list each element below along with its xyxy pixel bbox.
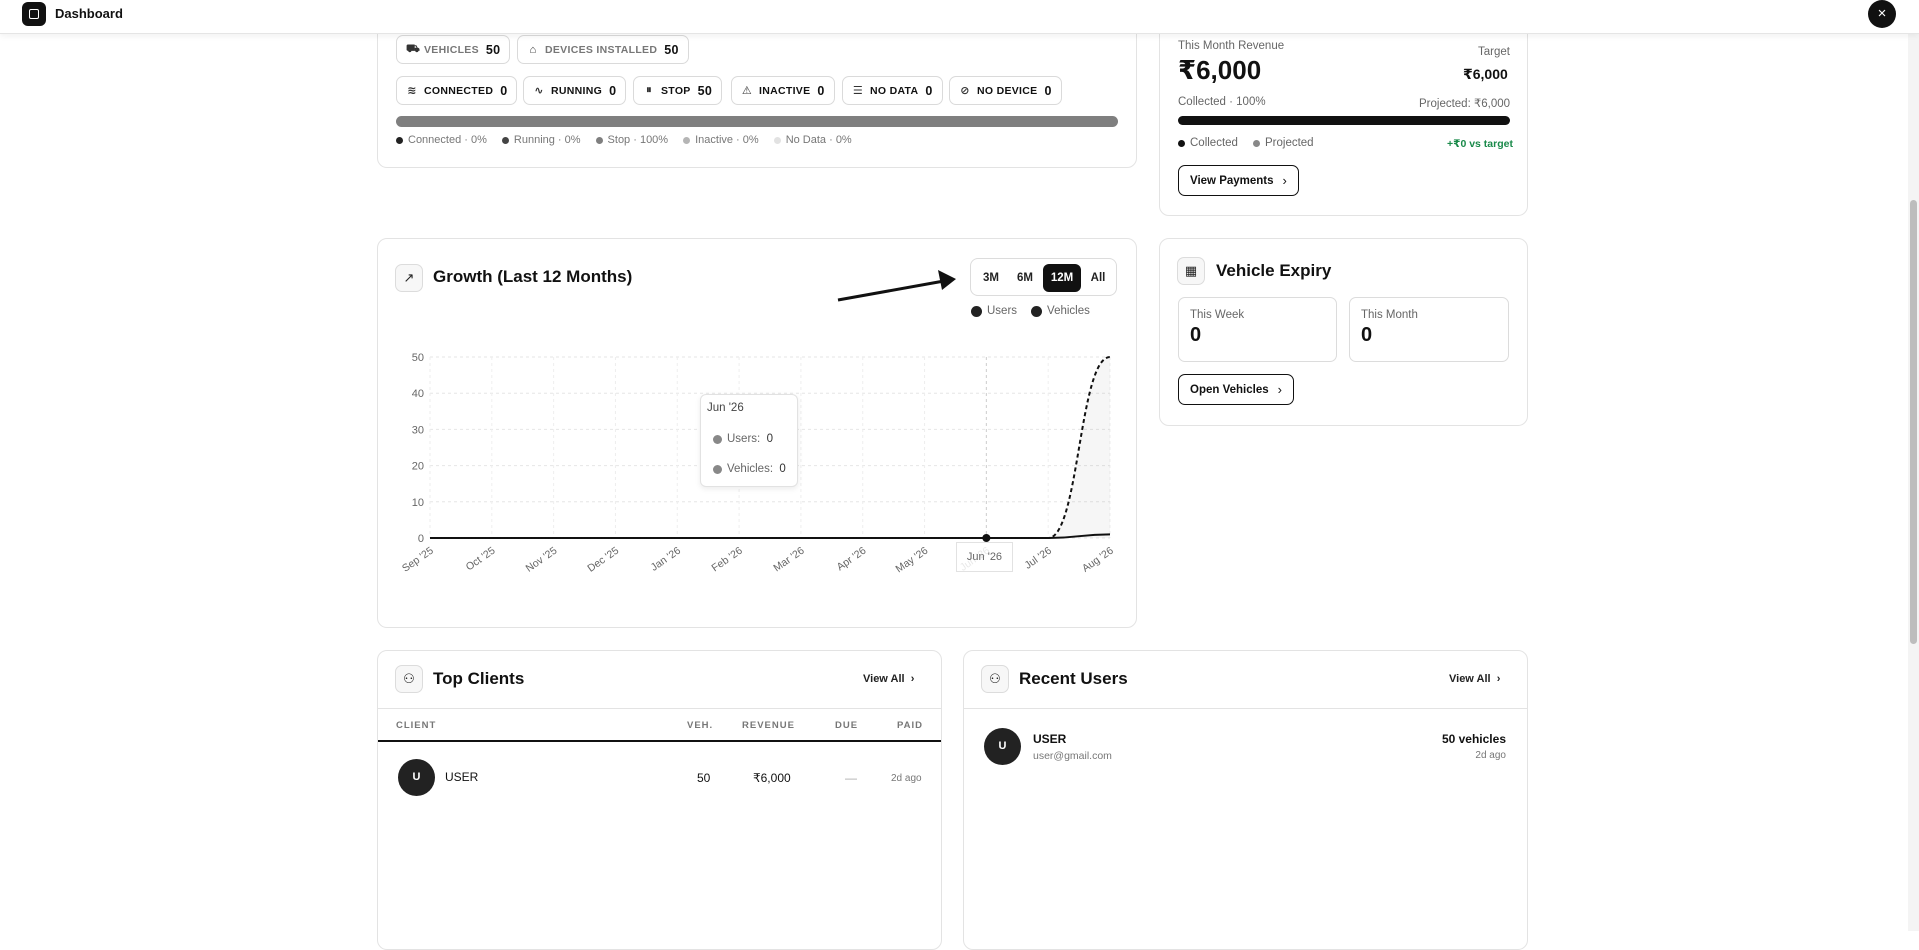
hover-axis-label: Jun '26 (956, 542, 1013, 572)
x-tick-label: Nov '25 (524, 545, 560, 575)
calendar-clock-icon: ▦ (1177, 257, 1205, 285)
open-vehicles-label: Open Vehicles (1190, 383, 1269, 396)
recent-users-view-all[interactable]: View All › (1449, 673, 1500, 685)
avatar: U (984, 728, 1021, 765)
col-due: DUE (835, 720, 859, 731)
tooltip-title: Jun '26 (707, 402, 744, 414)
table-row[interactable]: U USER 50 ₹6,000 — 2d ago (378, 752, 941, 804)
x-tick-label: Apr '26 (835, 545, 869, 574)
client-due: — (845, 771, 857, 785)
vehicle-expiry-title: Vehicle Expiry (1216, 261, 1332, 280)
col-veh: VEH. (687, 720, 714, 731)
divider (378, 708, 941, 709)
col-client: CLIENT (396, 720, 437, 731)
top-bar: Dashboard × (0, 0, 1919, 34)
x-tick-label: Aug '26 (1080, 545, 1116, 575)
users-icon: ⚇ (981, 665, 1009, 693)
top-clients-view-all[interactable]: View All › (863, 673, 914, 685)
avatar: U (398, 759, 435, 796)
client-paid: 2d ago (891, 773, 922, 784)
expiry-week-label: This Week (1190, 309, 1245, 321)
expiry-week-value: 0 (1190, 324, 1202, 346)
x-tick-label: May '26 (894, 545, 931, 576)
x-tick-label: Sep '25 (400, 545, 436, 575)
tooltip-vehicles: Vehicles: 0 (713, 463, 786, 475)
recent-users-card (963, 650, 1528, 950)
y-tick-label: 40 (412, 388, 424, 400)
close-button[interactable]: × (1868, 0, 1896, 28)
chart-tooltip: Jun '26 Users: 0 Vehicles: 0 (700, 394, 798, 487)
hover-point (982, 534, 991, 542)
top-clients-title: Top Clients (433, 669, 525, 688)
y-tick-label: 10 (412, 497, 424, 509)
expiry-month-label: This Month (1361, 309, 1418, 321)
table-header-rule (378, 740, 941, 742)
user-vehicles: 50 vehicles (1441, 732, 1506, 746)
scrollbar-track[interactable] (1908, 34, 1919, 931)
x-tick-label: Mar '26 (771, 545, 806, 575)
user-when: 2d ago (1475, 750, 1506, 761)
list-item[interactable]: U USER user@gmail.com 50 vehicles 2d ago (964, 722, 1527, 772)
growth-chart: 0 10 20 30 40 50 Sep '25 Oct '25 Nov '25 Dec '25 J… (400, 352, 1116, 576)
expiry-this-month: This Month 0 (1349, 297, 1509, 362)
scrollbar-thumb[interactable] (1910, 200, 1917, 644)
divider (964, 708, 1527, 709)
user-email: user@gmail.com (1033, 750, 1112, 762)
expiry-month-value: 0 (1361, 324, 1373, 346)
y-tick-label: 0 (418, 533, 424, 545)
users-icon: ⚇ (395, 665, 423, 693)
app-logo-icon (22, 2, 46, 26)
col-revenue: REVENUE (742, 720, 795, 731)
tooltip-users: Users: 0 (713, 433, 773, 445)
y-tick-label: 20 (412, 461, 424, 473)
recent-users-title: Recent Users (1019, 669, 1128, 688)
x-tick-label: Feb '26 (710, 545, 745, 575)
open-vehicles-button[interactable]: Open Vehicles › (1178, 374, 1294, 405)
user-name: USER (1033, 732, 1067, 746)
x-tick-label: Oct '25 (464, 545, 498, 574)
col-paid: PAID (897, 720, 923, 731)
x-tick-label: Dec '25 (585, 545, 621, 575)
client-veh: 50 (697, 771, 711, 785)
y-tick-label: 30 (412, 424, 424, 436)
y-tick-label: 50 (412, 352, 424, 364)
x-tick-label: Jul '26 (1022, 545, 1054, 572)
expiry-this-week: This Week 0 (1178, 297, 1337, 362)
client-revenue: ₹6,000 (753, 771, 791, 785)
client-name: USER (445, 770, 479, 784)
x-tick-label: Jan '26 (649, 545, 683, 574)
chevron-right-icon: › (1277, 382, 1282, 397)
app-title: Dashboard (55, 6, 123, 21)
